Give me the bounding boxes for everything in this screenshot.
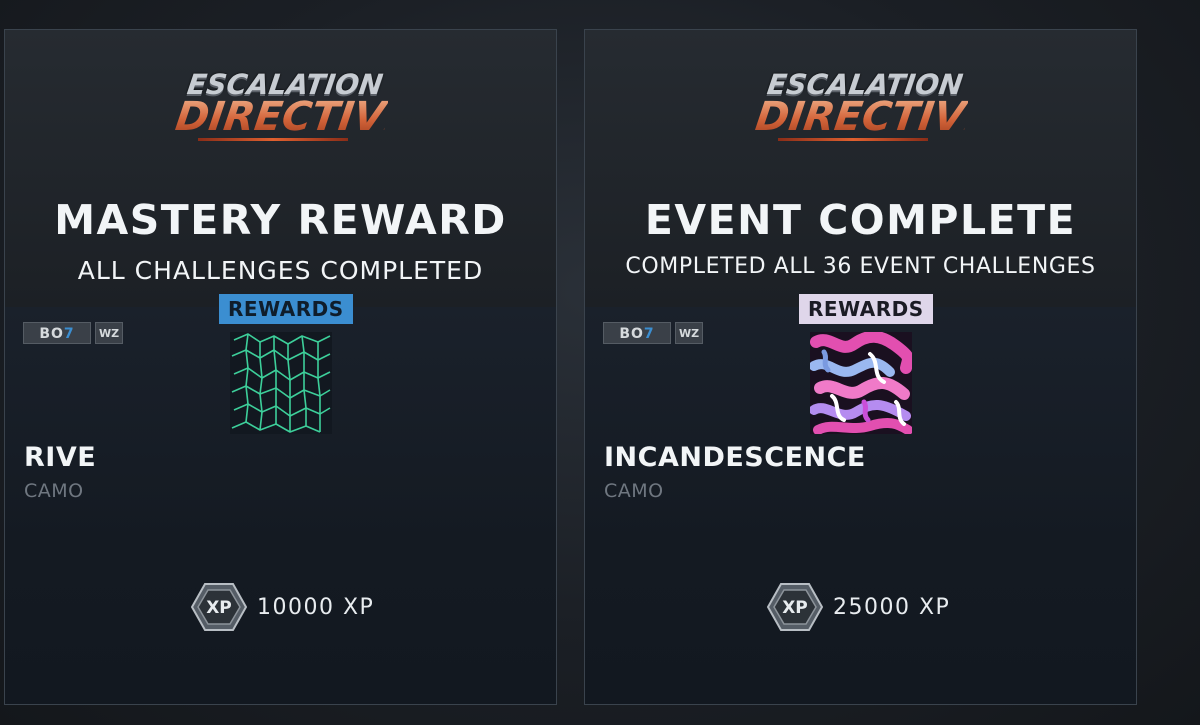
rewards-tag: REWARDS xyxy=(219,294,353,324)
logo-stripe xyxy=(197,138,348,141)
card-subtitle: COMPLETED ALL 36 EVENT CHALLENGES xyxy=(625,254,1096,279)
item-name: RIVE xyxy=(24,442,97,473)
item-name: INCANDESCENCE xyxy=(604,442,866,473)
platform-badges: BO7 WZ xyxy=(603,322,703,344)
mastery-reward-card[interactable]: ESCALATION DIRECTIVE MASTERY REWARD ALL … xyxy=(4,29,557,705)
escalation-directive-logo: ESCALATION DIRECTIVE xyxy=(172,66,415,146)
xp-reward: XP 10000 XP xyxy=(190,582,375,632)
item-type: CAMO xyxy=(604,480,664,502)
xp-icon-label: XP xyxy=(782,598,808,618)
card-subtitle: ALL CHALLENGES COMPLETED xyxy=(77,256,484,285)
xp-amount: 25000 XP xyxy=(833,594,951,620)
card-header: ESCALATION DIRECTIVE MASTERY REWARD ALL … xyxy=(5,30,556,307)
event-complete-card[interactable]: ESCALATION DIRECTIVE EVENT COMPLETE COMP… xyxy=(584,29,1137,705)
logo-line-2: DIRECTIVE xyxy=(172,94,415,140)
xp-icon-label: XP xyxy=(206,598,232,618)
platform-badges: BO7 WZ xyxy=(23,322,123,344)
xp-amount: 10000 XP xyxy=(257,594,375,620)
bo7-badge: BO7 xyxy=(23,322,91,344)
card-header: ESCALATION DIRECTIVE EVENT COMPLETE COMP… xyxy=(585,30,1136,307)
xp-hexagon-icon: XP xyxy=(190,582,248,632)
xp-reward: XP 25000 XP xyxy=(766,582,951,632)
bo7-badge: BO7 xyxy=(603,322,671,344)
logo-line-2: DIRECTIVE xyxy=(752,94,995,140)
card-title: MASTERY REWARD xyxy=(54,196,507,244)
wz-badge: WZ xyxy=(95,322,123,344)
xp-hexagon-icon: XP xyxy=(766,582,824,632)
logo-stripe xyxy=(777,138,928,141)
rewards-tag: REWARDS xyxy=(799,294,933,324)
rive-camo-icon[interactable] xyxy=(230,332,332,434)
wz-badge: WZ xyxy=(675,322,703,344)
incandescence-camo-icon[interactable] xyxy=(809,330,914,435)
escalation-directive-logo: ESCALATION DIRECTIVE xyxy=(752,66,995,146)
card-title: EVENT COMPLETE xyxy=(644,196,1077,244)
item-type: CAMO xyxy=(24,480,84,502)
